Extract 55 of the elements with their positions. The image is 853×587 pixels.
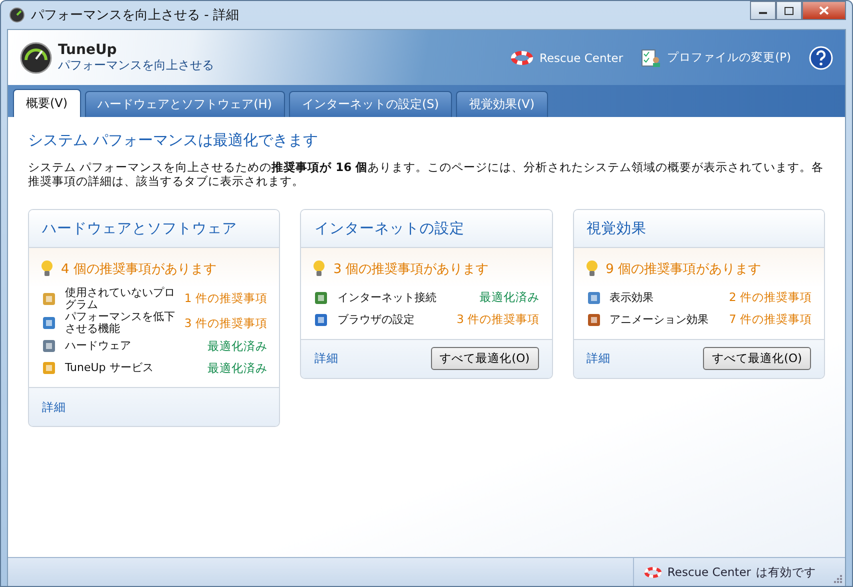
item-label: 使用されていないプログラム [65, 286, 176, 311]
card-title: 視覚効果 [586, 220, 647, 238]
recommendation-summary: 4 個の推奨事項があります [61, 260, 216, 278]
card-title: ハードウェアとソフトウェア [42, 220, 237, 238]
lifebuoy-icon [644, 566, 662, 578]
lightbulb-icon [313, 260, 326, 278]
details-link[interactable]: 詳細 [586, 351, 611, 366]
item-label: TuneUp サービス [65, 362, 154, 374]
gauge-logo-icon [20, 42, 52, 74]
item-status: 3 件の推奨事項 [184, 316, 268, 331]
close-icon [819, 6, 829, 15]
close-button[interactable] [802, 1, 846, 20]
tab[interactable]: ハードウェアとソフトウェア(H) [84, 91, 285, 117]
recommendation-summary: 3 個の推奨事項があります [333, 260, 489, 278]
status-text: は有効です [756, 564, 816, 580]
maximize-icon [784, 6, 794, 14]
item-status: 3 件の推奨事項 [456, 312, 540, 328]
profile-checklist-icon [641, 48, 662, 68]
app-subtitle: パフォーマンスを向上させる [58, 58, 214, 72]
item-label: 表示効果 [610, 292, 655, 304]
gauge-icon [9, 7, 25, 23]
item-label: アニメーション効果 [610, 314, 710, 326]
item-status: 2 件の推奨事項 [729, 290, 812, 306]
maximize-button[interactable] [776, 1, 802, 20]
card-title: インターネットの設定 [314, 220, 464, 238]
optimize-all-button[interactable]: すべて最適化(O) [702, 347, 811, 370]
details-link[interactable]: 詳細 [42, 400, 66, 415]
lightbulb-icon [586, 260, 598, 278]
description-text: システム パフォーマンスを向上させるための推奨事項が 16 個あります。このページには、分析されたシステム領域の概要が表示されています。各推奨事項の詳細は、該当するタブに表示されます。 [28, 160, 825, 189]
help-button[interactable] [809, 46, 833, 70]
minimize-button[interactable] [750, 1, 776, 20]
item-status: 最適化済み [207, 338, 268, 354]
lifebuoy-icon [511, 50, 534, 64]
lightbulb-icon [41, 260, 53, 278]
item-label: パフォーマンスを低下させる機能 [65, 310, 176, 336]
tab[interactable]: 概要(V) [13, 89, 81, 117]
resize-grip-icon [832, 573, 842, 583]
window-title: パフォーマンスを向上させる - 詳細 [31, 7, 239, 24]
tab[interactable]: インターネットの設定(S) [288, 91, 452, 117]
recommendation-summary: 9 個の推奨事項があります [606, 260, 762, 278]
item-label: ハードウェア [65, 340, 132, 352]
app-name: TuneUp [58, 43, 118, 59]
item-label: ブラウザの設定 [337, 314, 416, 326]
item-status: 最適化済み [207, 360, 268, 376]
item-status: 最適化済み [480, 290, 540, 306]
tab[interactable]: 視覚効果(V) [456, 91, 548, 117]
item-status: 7 件の推奨事項 [729, 312, 812, 328]
status-label: Rescue Center [667, 565, 751, 579]
optimize-all-button[interactable]: すべて最適化(O) [430, 347, 539, 370]
page-heading: システム パフォーマンスは最適化できます [28, 131, 319, 150]
details-link[interactable]: 詳細 [314, 351, 338, 366]
item-label: インターネット接続 [337, 292, 438, 304]
header-link[interactable]: Rescue Center [511, 50, 624, 64]
header-link[interactable]: プロファイルの変更(P) [641, 48, 791, 68]
item-status: 1 件の推奨事項 [184, 291, 268, 306]
